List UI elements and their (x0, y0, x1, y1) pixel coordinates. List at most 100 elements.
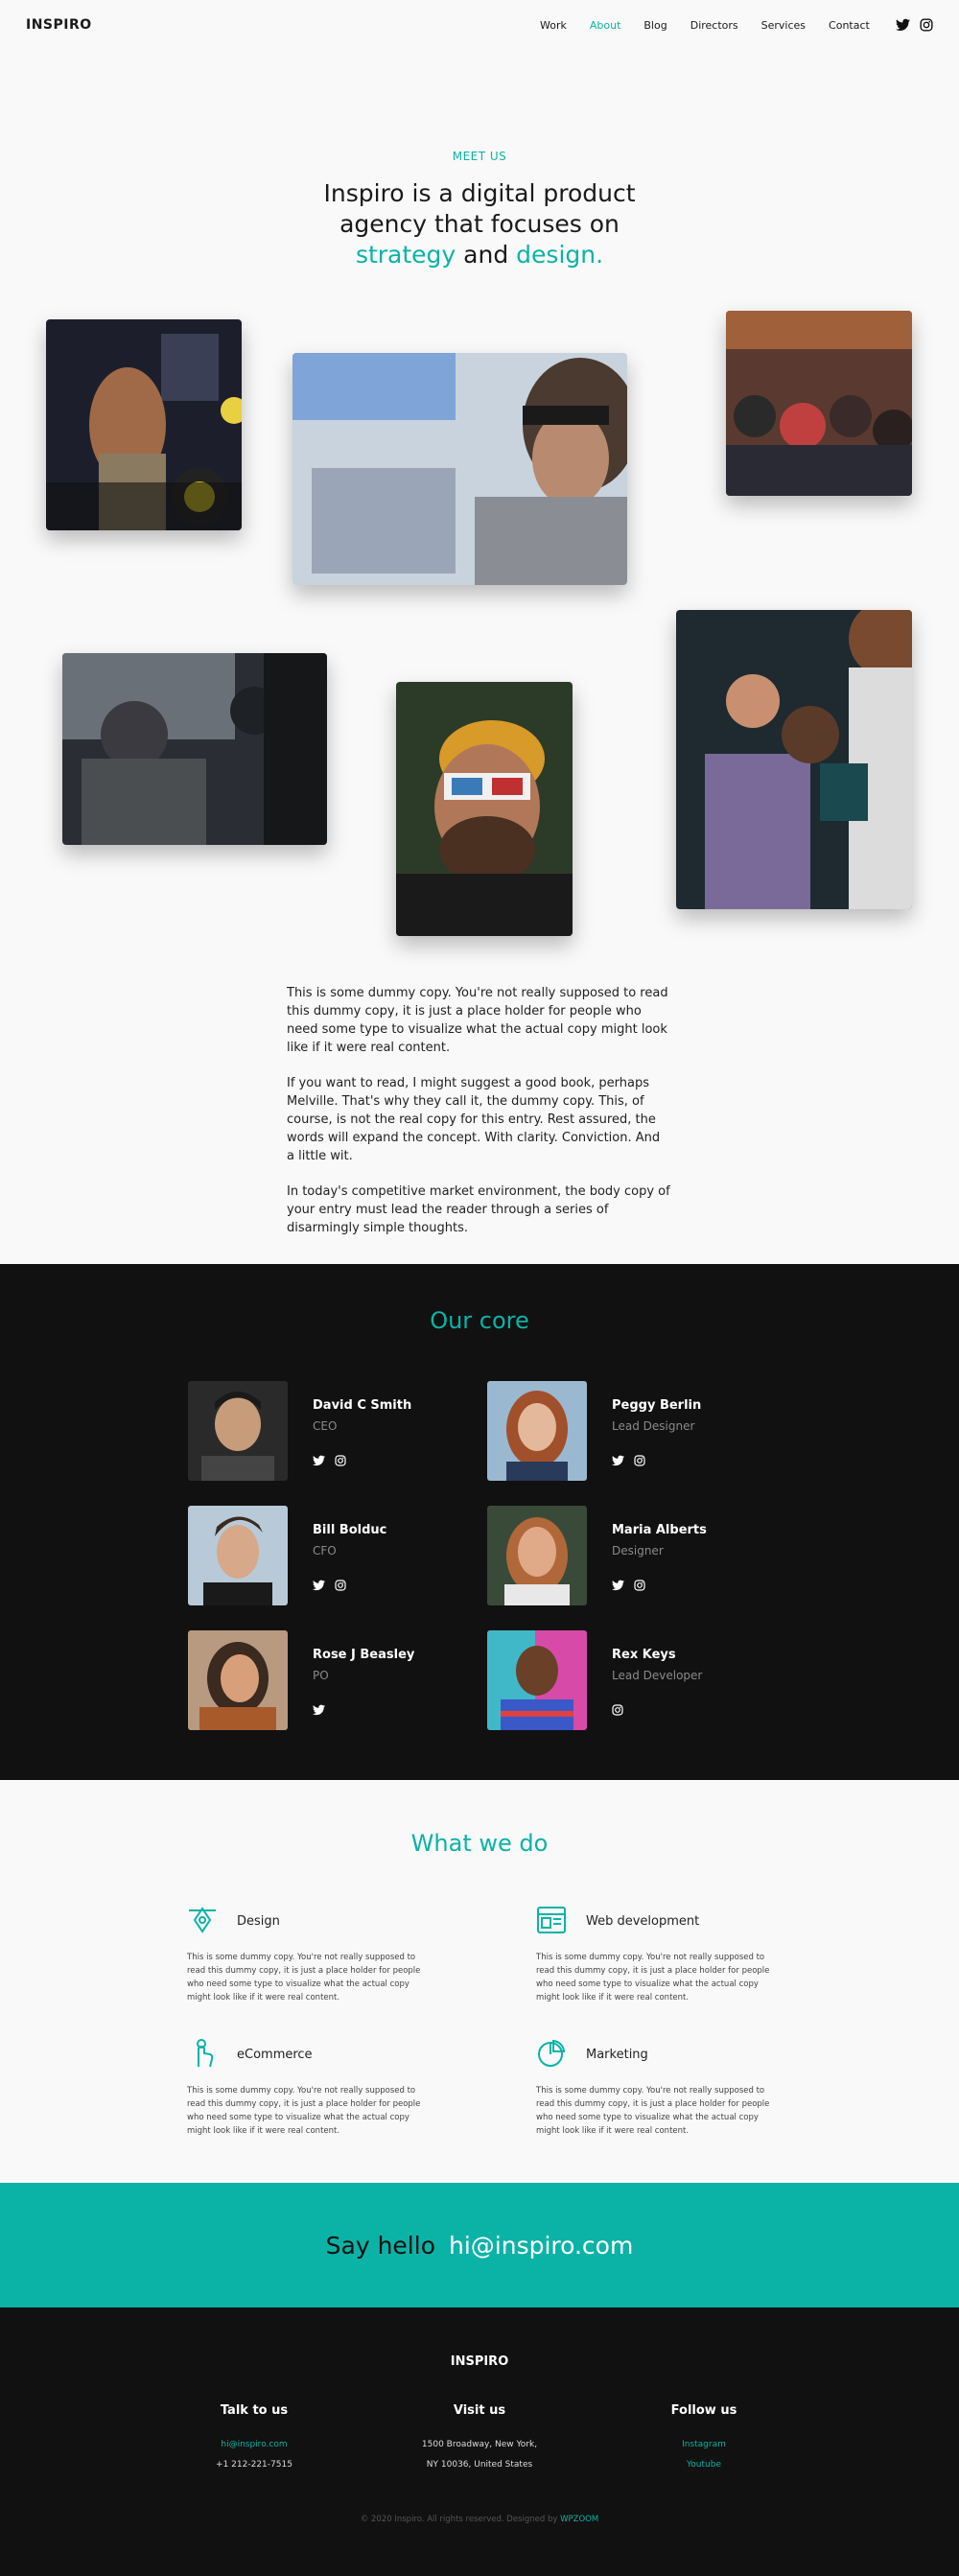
team-member: David C Smith CEO (188, 1381, 466, 1483)
copy-paragraph: This is some dummy copy. You're not real… (287, 986, 668, 1055)
member-role: CEO (313, 1419, 338, 1433)
member-name: Rex Keys (612, 1648, 676, 1662)
member-name: Peggy Berlin (612, 1398, 702, 1413)
hero-title: Inspiro is a digital product agency that… (288, 178, 671, 270)
member-social (313, 1701, 325, 1720)
team-member: Bill Bolduc CFO (188, 1506, 466, 1607)
copyright-text: © 2020 Inspiro. All rights reserved. Des… (360, 2515, 558, 2524)
avatar (487, 1506, 587, 1605)
avatar (487, 1381, 587, 1481)
member-role: Designer (612, 1544, 664, 1557)
service-title: eCommerce (237, 2048, 313, 2062)
about-copy: This is some dummy copy. You're not real… (287, 984, 670, 1254)
avatar (188, 1506, 288, 1605)
service-text: This is some dummy copy. You're not real… (536, 1953, 770, 2002)
twitter-icon[interactable] (896, 17, 910, 35)
site-footer: INSPIRO Talk to us hi@inspiro.com +1 212… (0, 2307, 959, 2576)
hero-accent-strategy: strategy (355, 241, 456, 269)
instagram-icon[interactable] (612, 1701, 623, 1720)
team-member: Peggy Berlin Lead Designer (487, 1381, 765, 1483)
say-hello-banner: Say hello hi@inspiro.com (0, 2183, 959, 2307)
member-social (612, 1701, 623, 1720)
member-role: Lead Developer (612, 1669, 703, 1682)
nav-directors[interactable]: Directors (690, 19, 738, 32)
service-text: This is some dummy copy. You're not real… (536, 2086, 770, 2136)
footer-instagram-link[interactable]: Instagram (608, 2435, 800, 2455)
twitter-icon[interactable] (313, 1701, 325, 1720)
instagram-icon[interactable] (634, 1577, 645, 1595)
photo-man-laptop (292, 353, 627, 585)
hero-accent-design: design. (516, 241, 604, 269)
photo-people-cafe (62, 653, 327, 845)
pie-chart-icon (536, 2038, 567, 2069)
footer-address-line: NY 10036, United States (426, 2460, 533, 2470)
member-name: Bill Bolduc (313, 1523, 387, 1537)
hand-pointer-icon (187, 2038, 218, 2069)
services-title: What we do (410, 1830, 549, 1857)
team-member: Maria Alberts Designer (487, 1506, 765, 1607)
instagram-icon[interactable] (335, 1577, 346, 1595)
footer-address-line: 1500 Broadway, New York, (421, 2440, 538, 2449)
instagram-icon[interactable] (634, 1452, 645, 1470)
site-logo[interactable]: INSPIRO (26, 17, 92, 33)
member-role: CFO (313, 1544, 337, 1557)
member-role: PO (313, 1669, 329, 1682)
team-member: Rex Keys Lead Developer (487, 1630, 765, 1732)
footer-phone: +1 212-221-7515 (216, 2460, 292, 2470)
hero-title-text: Inspiro is a digital product agency that… (323, 179, 636, 238)
member-social (612, 1577, 645, 1595)
service-text: This is some dummy copy. You're not real… (187, 2086, 421, 2136)
avatar (188, 1381, 288, 1481)
designer-link[interactable]: WPZOOM (560, 2515, 598, 2524)
say-hello-label: Say hello (325, 2231, 435, 2260)
footer-follow: Follow us Instagram Youtube (608, 2403, 800, 2475)
copy-paragraph: If you want to read, I might suggest a g… (287, 1076, 661, 1163)
twitter-icon[interactable] (612, 1452, 624, 1470)
nav-work[interactable]: Work (540, 19, 567, 32)
photo-party-selfie (676, 610, 912, 909)
say-hello-email-link[interactable]: hi@inspiro.com (449, 2232, 633, 2260)
member-social (612, 1452, 645, 1470)
hero-and: and (463, 241, 509, 269)
site-header: INSPIRO Work About Blog Directors Servic… (0, 0, 959, 50)
team-member: Rose J Beasley PO (188, 1630, 466, 1732)
service-title: Design (237, 1914, 280, 1929)
footer-talk: Talk to us hi@inspiro.com +1 212-221-751… (158, 2403, 350, 2475)
footer-logo[interactable]: INSPIRO (0, 2354, 959, 2369)
copy-paragraph: In today's competitive market environmen… (287, 1184, 670, 1235)
photo-dj (46, 319, 242, 530)
member-name: David C Smith (313, 1398, 412, 1413)
instagram-icon[interactable] (335, 1452, 346, 1470)
header-social (896, 17, 933, 35)
photo-man-3d-glasses (396, 682, 573, 936)
twitter-icon[interactable] (612, 1577, 624, 1595)
footer-youtube-link[interactable]: Youtube (608, 2455, 800, 2475)
avatar (188, 1630, 288, 1730)
our-core-section: Our core David C Smith CEO Peggy Berlin … (0, 1264, 959, 1780)
main-nav: Work About Blog Directors Services Conta… (540, 19, 893, 32)
core-title: Our core (430, 1307, 529, 1334)
nav-services[interactable]: Services (761, 19, 806, 32)
avatar (487, 1630, 587, 1730)
instagram-icon[interactable] (920, 17, 933, 35)
pen-tool-icon (187, 1905, 218, 1935)
copyright: © 2020 Inspiro. All rights reserved. Des… (0, 2515, 959, 2524)
twitter-icon[interactable] (313, 1452, 325, 1470)
footer-heading: Follow us (670, 2403, 737, 2418)
member-name: Maria Alberts (612, 1523, 707, 1537)
footer-heading: Talk to us (220, 2403, 289, 2418)
twitter-icon[interactable] (313, 1577, 325, 1595)
member-social (313, 1577, 346, 1595)
nav-blog[interactable]: Blog (643, 19, 667, 32)
nav-about[interactable]: About (590, 19, 621, 32)
service-title: Marketing (586, 2048, 648, 2062)
footer-heading: Visit us (453, 2403, 506, 2418)
service-title: Web development (586, 1914, 700, 1929)
member-social (313, 1452, 346, 1470)
footer-email-link[interactable]: hi@inspiro.com (158, 2435, 350, 2455)
member-name: Rose J Beasley (313, 1648, 415, 1662)
footer-visit: Visit us 1500 Broadway, New York, NY 100… (384, 2403, 575, 2475)
photo-crowd (726, 311, 912, 496)
meet-us-kicker: MEET US (452, 150, 507, 163)
nav-contact[interactable]: Contact (829, 19, 870, 32)
